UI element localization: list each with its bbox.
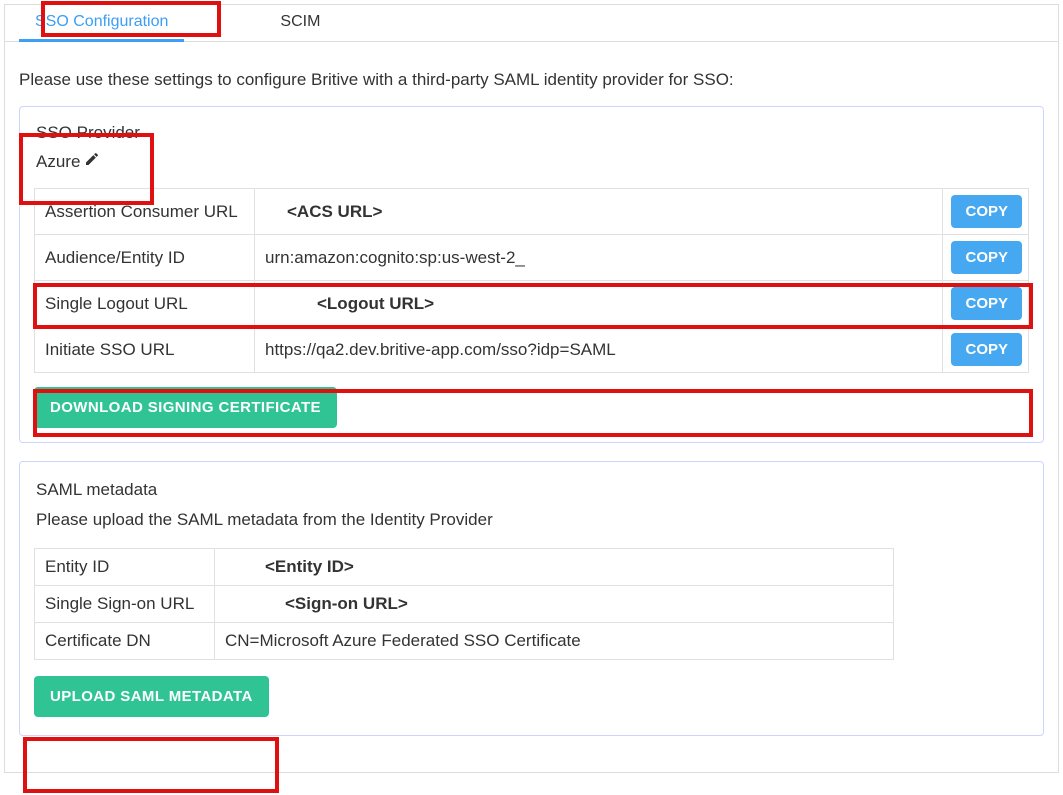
label-assertion-consumer-url: Assertion Consumer URL (35, 189, 255, 235)
tab-bar: SSO Configuration SCIM (5, 5, 1058, 42)
label-certificate-dn: Certificate DN (35, 623, 215, 660)
row-initiate-sso-url: Initiate SSO URL https://qa2.dev.britive… (35, 327, 1029, 373)
pencil-icon[interactable] (84, 151, 100, 172)
metadata-table: Entity ID <Entity ID> Single Sign-on URL… (34, 548, 894, 660)
row-audience-entity-id: Audience/Entity ID urn:amazon:cognito:sp… (35, 235, 1029, 281)
sso-provider-value: Azure (36, 152, 80, 172)
saml-metadata-heading: SAML metadata (36, 480, 1027, 500)
sso-provider-value-row: Azure (36, 151, 1025, 172)
label-entity-id: Entity ID (35, 549, 215, 586)
tab-scim[interactable]: SCIM (264, 5, 336, 41)
label-initiate-sso-url: Initiate SSO URL (35, 327, 255, 373)
copy-button-logout[interactable]: COPY (951, 287, 1022, 320)
row-certificate-dn: Certificate DN CN=Microsoft Azure Federa… (35, 623, 894, 660)
sso-settings-panel: SSO Provider Azure Assertion Consumer UR… (19, 106, 1044, 443)
value-audience-entity-id: urn:amazon:cognito:sp:us-west-2_ (255, 235, 943, 281)
value-initiate-sso-url: https://qa2.dev.britive-app.com/sso?idp=… (255, 327, 943, 373)
value-assertion-consumer-url: <ACS URL> (255, 189, 943, 235)
copy-button-initiate[interactable]: COPY (951, 333, 1022, 366)
row-single-signon-url: Single Sign-on URL <Sign-on URL> (35, 586, 894, 623)
saml-metadata-panel: SAML metadata Please upload the SAML met… (19, 461, 1044, 736)
copy-button-acs[interactable]: COPY (951, 195, 1022, 228)
copy-button-audience[interactable]: COPY (951, 241, 1022, 274)
tab-sso-configuration[interactable]: SSO Configuration (19, 5, 184, 42)
label-single-logout-url: Single Logout URL (35, 281, 255, 327)
row-entity-id: Entity ID <Entity ID> (35, 549, 894, 586)
value-single-logout-url: <Logout URL> (255, 281, 943, 327)
row-assertion-consumer-url: Assertion Consumer URL <ACS URL> COPY (35, 189, 1029, 235)
row-single-logout-url: Single Logout URL <Logout URL> COPY (35, 281, 1029, 327)
saml-metadata-subtext: Please upload the SAML metadata from the… (36, 510, 1027, 530)
value-entity-id: <Entity ID> (215, 549, 894, 586)
sso-config-page: SSO Configuration SCIM Please use these … (4, 4, 1059, 773)
upload-saml-metadata-button[interactable]: UPLOAD SAML METADATA (34, 676, 269, 717)
content-area: Please use these settings to configure B… (5, 42, 1058, 772)
download-signing-certificate-button[interactable]: DOWNLOAD SIGNING CERTIFICATE (34, 387, 337, 428)
sso-provider-block: SSO Provider Azure (34, 121, 1029, 178)
value-single-signon-url: <Sign-on URL> (215, 586, 894, 623)
sso-provider-label: SSO Provider (36, 123, 1025, 143)
value-certificate-dn: CN=Microsoft Azure Federated SSO Certifi… (215, 623, 894, 660)
label-single-signon-url: Single Sign-on URL (35, 586, 215, 623)
url-settings-table: Assertion Consumer URL <ACS URL> COPY Au… (34, 188, 1029, 373)
label-audience-entity-id: Audience/Entity ID (35, 235, 255, 281)
instructions-text: Please use these settings to configure B… (19, 70, 1044, 90)
